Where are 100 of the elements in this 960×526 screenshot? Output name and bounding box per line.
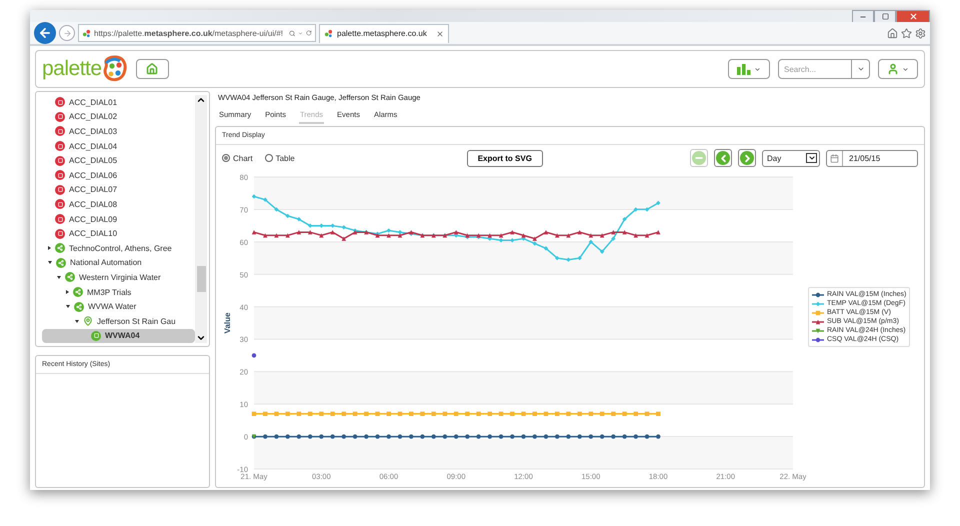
caret-icon [902,66,909,72]
bar-chart-icon [737,64,751,74]
view-radio[interactable]: Chart [222,154,253,162]
point [352,412,358,416]
point [656,434,660,439]
point [544,434,548,439]
point [285,233,290,238]
arrow-right-icon [62,28,72,38]
point [611,236,616,241]
point [600,249,604,254]
tree-item[interactable]: ACC_DIAL03 [42,124,195,139]
user-icon [887,63,899,75]
point [544,246,548,251]
tree-item[interactable]: Western Virginia Water [42,270,195,285]
tree-item[interactable]: WVWA Water [42,299,195,314]
point [644,434,650,439]
tree-item[interactable]: TechnoControl, Athens, Gree [42,240,195,256]
close-icon[interactable] [436,30,444,38]
point [656,230,660,234]
tree-item[interactable]: ACC_DIAL10 [42,226,195,241]
tree-item[interactable]: ACC_DIAL08 [42,197,195,212]
tree-item[interactable]: ACC_DIAL09 [42,212,195,226]
point [532,236,537,241]
back-button[interactable] [34,22,56,44]
radio-button[interactable] [222,154,230,162]
restore-button[interactable] [874,10,896,23]
collapse-arrow-icon[interactable] [48,261,52,264]
point [319,233,324,238]
collapse-arrow-icon[interactable] [66,305,70,308]
point [386,434,391,439]
scrollbar-thumb[interactable] [196,266,206,292]
home-button[interactable] [136,59,169,79]
tree-item[interactable]: ACC_DIAL04 [42,138,195,154]
user-menu-button[interactable] [878,59,918,79]
expand-arrow-icon[interactable] [48,246,51,250]
tree-item[interactable]: ACC_DIAL01 [42,95,195,110]
scroll-down-icon[interactable] [196,333,206,343]
caret-icon[interactable] [856,65,864,73]
search-field[interactable]: Search... [779,64,851,74]
point [588,233,594,238]
expand-arrow-icon[interactable] [66,290,69,294]
previous-button[interactable] [714,149,732,167]
export-button[interactable]: Export to SVG [466,150,543,166]
tree-item[interactable]: ACC_DIAL02 [42,110,195,124]
point [285,434,290,439]
tree-item[interactable]: WVWA04 [42,328,195,343]
point [454,434,458,439]
refresh-icon[interactable] [306,29,312,37]
view-radio[interactable]: Table [264,154,295,162]
scroll-up-icon[interactable] [196,95,206,105]
point [386,412,391,416]
point [611,434,616,439]
tree-item[interactable]: ACC_DIAL05 [42,153,195,168]
tree-item[interactable]: Jefferson St Rain Gau [42,314,195,328]
search-combo[interactable]: Search... [778,59,870,79]
next-button[interactable] [738,149,756,167]
dropdown-icon[interactable] [298,30,304,36]
chart-menu-button[interactable] [728,59,770,79]
point [498,412,504,416]
star-icon[interactable] [901,28,912,38]
point [263,198,268,202]
restore-icon [882,13,888,20]
point [454,230,458,234]
point [308,223,312,228]
search-icon[interactable] [289,28,296,38]
point [510,434,514,439]
point [588,412,594,416]
tree-item[interactable]: ACC_DIAL07 [42,182,195,198]
point [476,412,481,416]
point [375,434,380,439]
point [566,233,571,238]
tree-item[interactable]: National Automation [42,256,195,270]
location-pin-icon [83,316,93,326]
close-button[interactable] [896,10,930,23]
point [532,412,537,416]
point [476,434,481,439]
point [577,256,582,260]
point [420,412,425,416]
scrollbar[interactable] [195,95,207,343]
home-icon[interactable] [887,28,898,38]
close-icon [908,12,918,21]
tree-item[interactable]: MM3P Trials [42,284,195,300]
point [622,412,627,416]
collapse-arrow-icon[interactable] [57,276,61,279]
tree-item[interactable]: ACC_DIAL06 [42,168,195,183]
point [600,412,604,416]
point [398,233,402,238]
point [577,412,582,416]
point [566,434,571,439]
share-icon [74,302,84,312]
collapse-arrow-icon[interactable] [75,320,79,323]
axis-title: Value [223,312,232,334]
radio-button[interactable] [264,154,273,162]
settings-icon[interactable] [915,28,926,38]
caret-icon [754,66,761,72]
address-bar[interactable]: https://palette.metasphere.co.uk/metasphere-ui/ui/#! [78,24,316,42]
browser-tab[interactable]: palette.metasphere.co.uk [319,24,449,42]
period-select[interactable]: Day [762,150,820,166]
point [308,230,312,234]
date-field[interactable]: 21/05/15 [826,150,918,166]
